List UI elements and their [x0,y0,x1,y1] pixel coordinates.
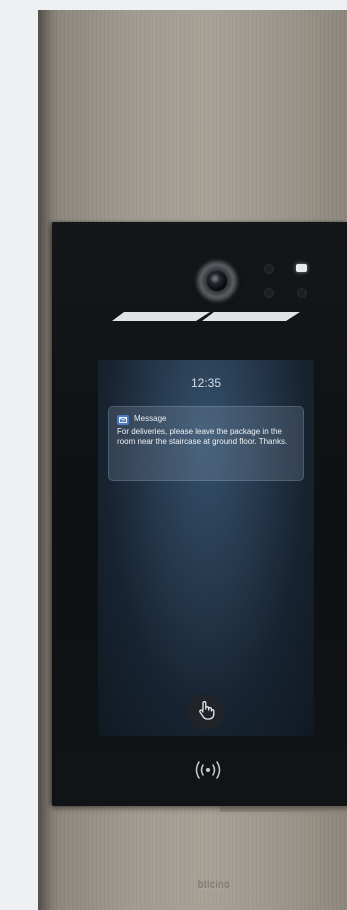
status-led-1 [264,264,274,274]
message-icon [117,415,129,425]
intercom-panel: 12:35 Message For deliveries, please lea… [38,10,347,910]
notification-body: For deliveries, please leave the package… [117,427,288,446]
camera-icon [196,260,238,302]
status-led-2 [264,288,274,298]
message-notification[interactable]: Message For deliveries, please leave the… [108,406,304,481]
left-light-bar [112,310,210,324]
brand-logo: bticino [197,880,231,891]
panel-edge-shadow [38,10,52,910]
touch-call-button[interactable] [188,694,224,730]
display-screen: 12:35 Message For deliveries, please lea… [98,360,314,736]
front-bottom-edge [220,806,347,812]
intercom-front-glass: 12:35 Message For deliveries, please lea… [52,222,347,806]
right-light-bar [202,310,300,324]
clock-time: 12:35 [190,376,222,390]
status-light [296,264,307,272]
hand-pointer-icon [197,700,215,725]
camera-lens [207,271,227,291]
status-led-3 [297,288,307,298]
notification-title: Message [134,414,167,423]
nfc-reader[interactable] [191,760,225,784]
nfc-icon [191,759,225,786]
